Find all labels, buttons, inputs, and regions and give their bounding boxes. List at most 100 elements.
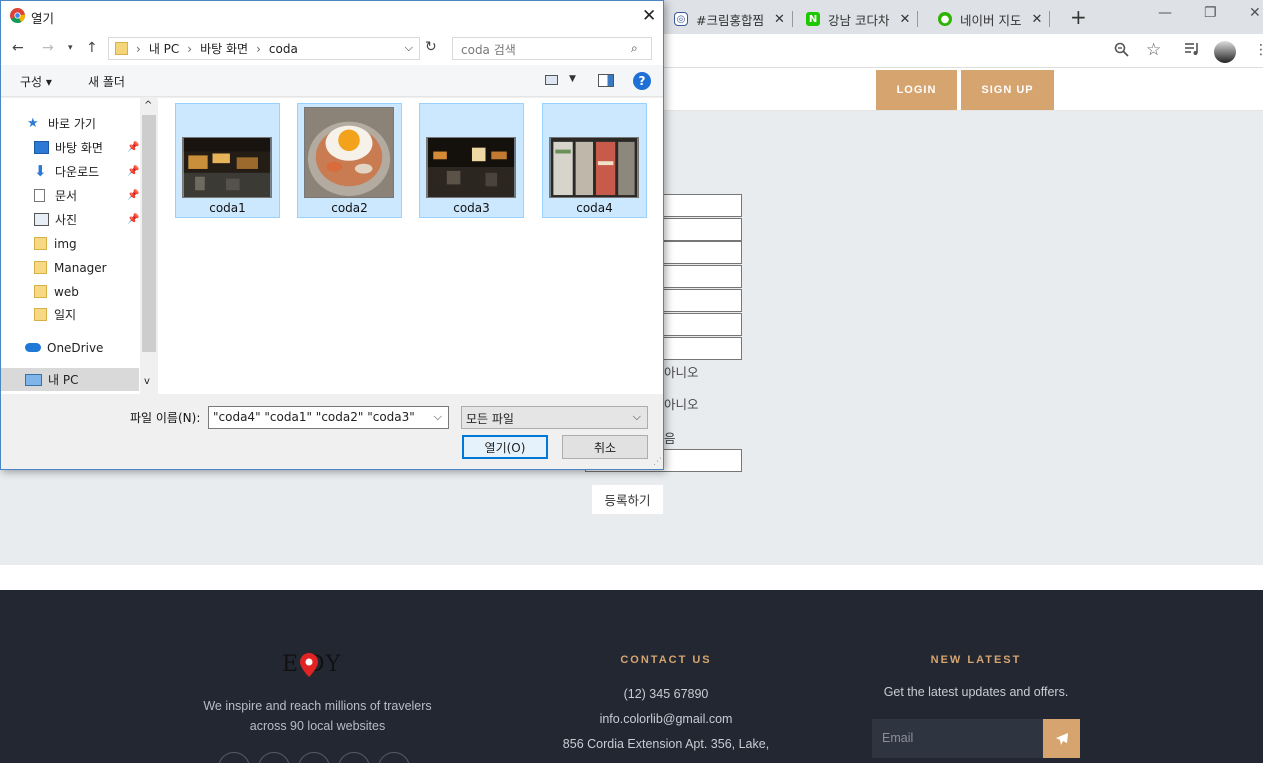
- file-name: coda1: [209, 201, 246, 215]
- nav-this-pc[interactable]: 내 PC: [1, 368, 139, 391]
- breadcrumb-my-pc[interactable]: 내 PC: [149, 40, 179, 57]
- nav-desktop[interactable]: 바탕 화면 📌: [1, 136, 139, 159]
- file-item-coda4[interactable]: coda4: [542, 103, 647, 218]
- cancel-button[interactable]: 취소: [562, 435, 648, 459]
- open-button[interactable]: 열기(O): [462, 435, 548, 459]
- breadcrumb-separator: ›: [136, 41, 141, 56]
- window-close-button[interactable]: ✕: [1249, 5, 1261, 21]
- signup-button[interactable]: SIGN UP: [961, 70, 1054, 110]
- nav-label: 내 PC: [48, 373, 79, 387]
- pin-icon: 📌: [127, 190, 140, 201]
- nav-label: 문서: [55, 189, 78, 203]
- star-icon: ★: [27, 116, 39, 131]
- resize-grip-icon[interactable]: ⋰: [653, 457, 662, 467]
- nav-downloads[interactable]: ⬇ 다운로드 📌: [1, 160, 139, 183]
- tab-close-icon[interactable]: ✕: [899, 12, 910, 27]
- naver-icon: N: [806, 12, 820, 26]
- radio-label-3: 음: [664, 431, 676, 446]
- file-item-coda3[interactable]: coda3: [419, 103, 524, 218]
- register-button[interactable]: 등록하기: [591, 484, 664, 515]
- instagram-icon: ◎: [674, 12, 688, 26]
- address-bar[interactable]: › 내 PC › 바탕 화면 › coda ⌵: [108, 37, 420, 60]
- browser-tab-1[interactable]: ◎ #크림홍합찜 ✕: [674, 4, 793, 34]
- more-menu-icon[interactable]: ⋮: [1254, 42, 1263, 58]
- contact-address: 856 Cordia Extension Apt. 356, Lake,: [562, 737, 770, 751]
- scroll-down-icon[interactable]: v: [144, 376, 150, 387]
- refresh-icon[interactable]: ↻: [425, 39, 437, 55]
- nav-folder-manager[interactable]: Manager: [1, 256, 139, 279]
- nav-label: 일지: [54, 308, 77, 322]
- footer-tagline-1: We inspire and reach millions of travele…: [203, 699, 432, 713]
- folder-search-input[interactable]: coda 검색: [452, 37, 652, 60]
- file-open-dialog: 열기 ✕ ← → ▾ ↑ › 내 PC › 바탕 화면 › coda ⌵ ↻ c…: [0, 0, 664, 470]
- login-button[interactable]: LOGIN: [876, 70, 957, 110]
- nav-label: img: [54, 236, 77, 251]
- nav-folder-journal[interactable]: 일지: [1, 303, 139, 326]
- tab-close-icon[interactable]: ✕: [774, 12, 785, 27]
- page-spacer: [0, 565, 1263, 590]
- nav-quick-access[interactable]: ★ 바로 가기: [1, 112, 139, 135]
- new-tab-button[interactable]: +: [1070, 5, 1087, 29]
- filename-dropdown-icon[interactable]: ⌵: [434, 410, 442, 424]
- search-icon[interactable]: ⌕: [631, 41, 638, 56]
- breadcrumb-separator: ›: [187, 41, 193, 56]
- filetype-select[interactable]: 모든 파일 ⌵: [461, 406, 648, 429]
- restore-button[interactable]: ❐: [1204, 5, 1217, 21]
- new-folder-button[interactable]: 새 폴더: [88, 73, 125, 90]
- zoom-icon[interactable]: [1114, 42, 1129, 61]
- nav-folder-img[interactable]: img: [1, 232, 139, 255]
- view-options-icon[interactable]: [545, 75, 558, 85]
- radio-label-no-1: 아니오: [664, 365, 699, 380]
- filetype-value: 모든 파일: [466, 412, 514, 426]
- nav-documents[interactable]: 문서 📌: [1, 184, 139, 207]
- browser-tab-2[interactable]: N 강남 코다차 ✕: [806, 4, 919, 34]
- file-thumbnail: [304, 107, 394, 198]
- file-item-coda2[interactable]: coda2: [297, 103, 402, 218]
- contact-email[interactable]: info.colorlib@gmail.com: [566, 712, 766, 726]
- paper-plane-icon: [1055, 732, 1068, 745]
- dialog-nav-bar: ← → ▾ ↑ › 내 PC › 바탕 화면 › coda ⌵ ↻ coda 검…: [1, 31, 663, 65]
- breadcrumb-coda[interactable]: coda: [269, 42, 298, 56]
- profile-avatar[interactable]: [1214, 41, 1236, 63]
- recent-dropdown-icon[interactable]: ▾: [68, 43, 73, 53]
- nav-pictures[interactable]: 사진 📌: [1, 208, 139, 231]
- tab-title: 강남 코다차: [828, 12, 890, 28]
- document-icon: [34, 189, 45, 202]
- newsletter-send-button[interactable]: [1043, 719, 1080, 758]
- view-dropdown-icon[interactable]: ▼: [569, 74, 576, 84]
- organize-menu[interactable]: 구성 ▾: [20, 73, 52, 90]
- breadcrumb-desktop[interactable]: 바탕 화면: [200, 40, 248, 57]
- bookmark-star-icon[interactable]: ☆: [1146, 40, 1161, 60]
- screen: ◎ #크림홍합찜 ✕ N 강남 코다차 ✕ ● 네이버 지도 ✕ + — ❐ ✕…: [0, 0, 1263, 763]
- nav-label: web: [54, 284, 79, 299]
- dialog-titlebar[interactable]: 열기 ✕: [1, 1, 663, 31]
- address-dropdown-icon[interactable]: ⌵: [405, 41, 413, 55]
- media-control-icon[interactable]: [1184, 42, 1200, 60]
- file-name: coda3: [453, 201, 490, 215]
- minimize-button[interactable]: —: [1158, 5, 1172, 21]
- nav-onedrive[interactable]: OneDrive: [1, 336, 139, 359]
- newsletter-email-input[interactable]: Email: [872, 719, 1043, 758]
- nav-folder-web[interactable]: web: [1, 280, 139, 303]
- dialog-close-button[interactable]: ✕: [642, 6, 656, 26]
- forward-arrow-icon[interactable]: →: [42, 40, 54, 56]
- file-item-coda1[interactable]: coda1: [175, 103, 280, 218]
- nav-scrollbar-thumb[interactable]: [142, 115, 156, 352]
- pin-icon: 📌: [127, 166, 140, 177]
- scroll-up-icon[interactable]: ^: [144, 100, 152, 111]
- chrome-icon: [10, 8, 25, 23]
- file-name: coda2: [331, 201, 368, 215]
- file-name: coda4: [576, 201, 613, 215]
- pin-icon: 📌: [127, 214, 140, 225]
- pin-icon: 📌: [127, 142, 140, 153]
- tab-close-icon[interactable]: ✕: [1031, 12, 1042, 27]
- contact-phone: (12) 345 67890: [623, 687, 709, 701]
- preview-pane-icon[interactable]: [598, 74, 614, 87]
- filename-label: 파일 이름(N):: [130, 411, 201, 425]
- back-arrow-icon[interactable]: ←: [12, 40, 24, 56]
- help-icon[interactable]: ?: [633, 72, 651, 90]
- desktop-icon: [34, 141, 49, 154]
- browser-tab-3[interactable]: ● 네이버 지도 ✕: [938, 4, 1051, 34]
- filename-input[interactable]: "coda4" "coda1" "coda2" "coda3" ⌵: [208, 406, 449, 429]
- up-arrow-icon[interactable]: ↑: [86, 40, 98, 56]
